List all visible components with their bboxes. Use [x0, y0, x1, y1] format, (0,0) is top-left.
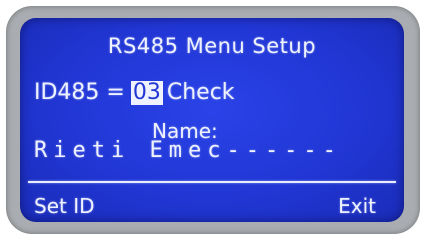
- screen-title: RS485 Menu Setup: [107, 34, 317, 58]
- id-label: ID485 =: [34, 80, 125, 105]
- id-value-field[interactable]: 03: [130, 80, 163, 105]
- softkey-divider: [28, 181, 396, 183]
- exit-softkey[interactable]: Exit: [338, 194, 376, 218]
- set-id-softkey[interactable]: Set ID: [34, 194, 95, 218]
- name-value: Rieti Emec------: [34, 138, 342, 163]
- check-option[interactable]: Check: [167, 80, 235, 105]
- lcd-screen: RS485 Menu Setup ID485 = 03 Check Name: …: [20, 18, 404, 222]
- id-row: ID485 = 03 Check: [34, 80, 235, 105]
- device-panel: RS485 Menu Setup ID485 = 03 Check Name: …: [0, 0, 426, 240]
